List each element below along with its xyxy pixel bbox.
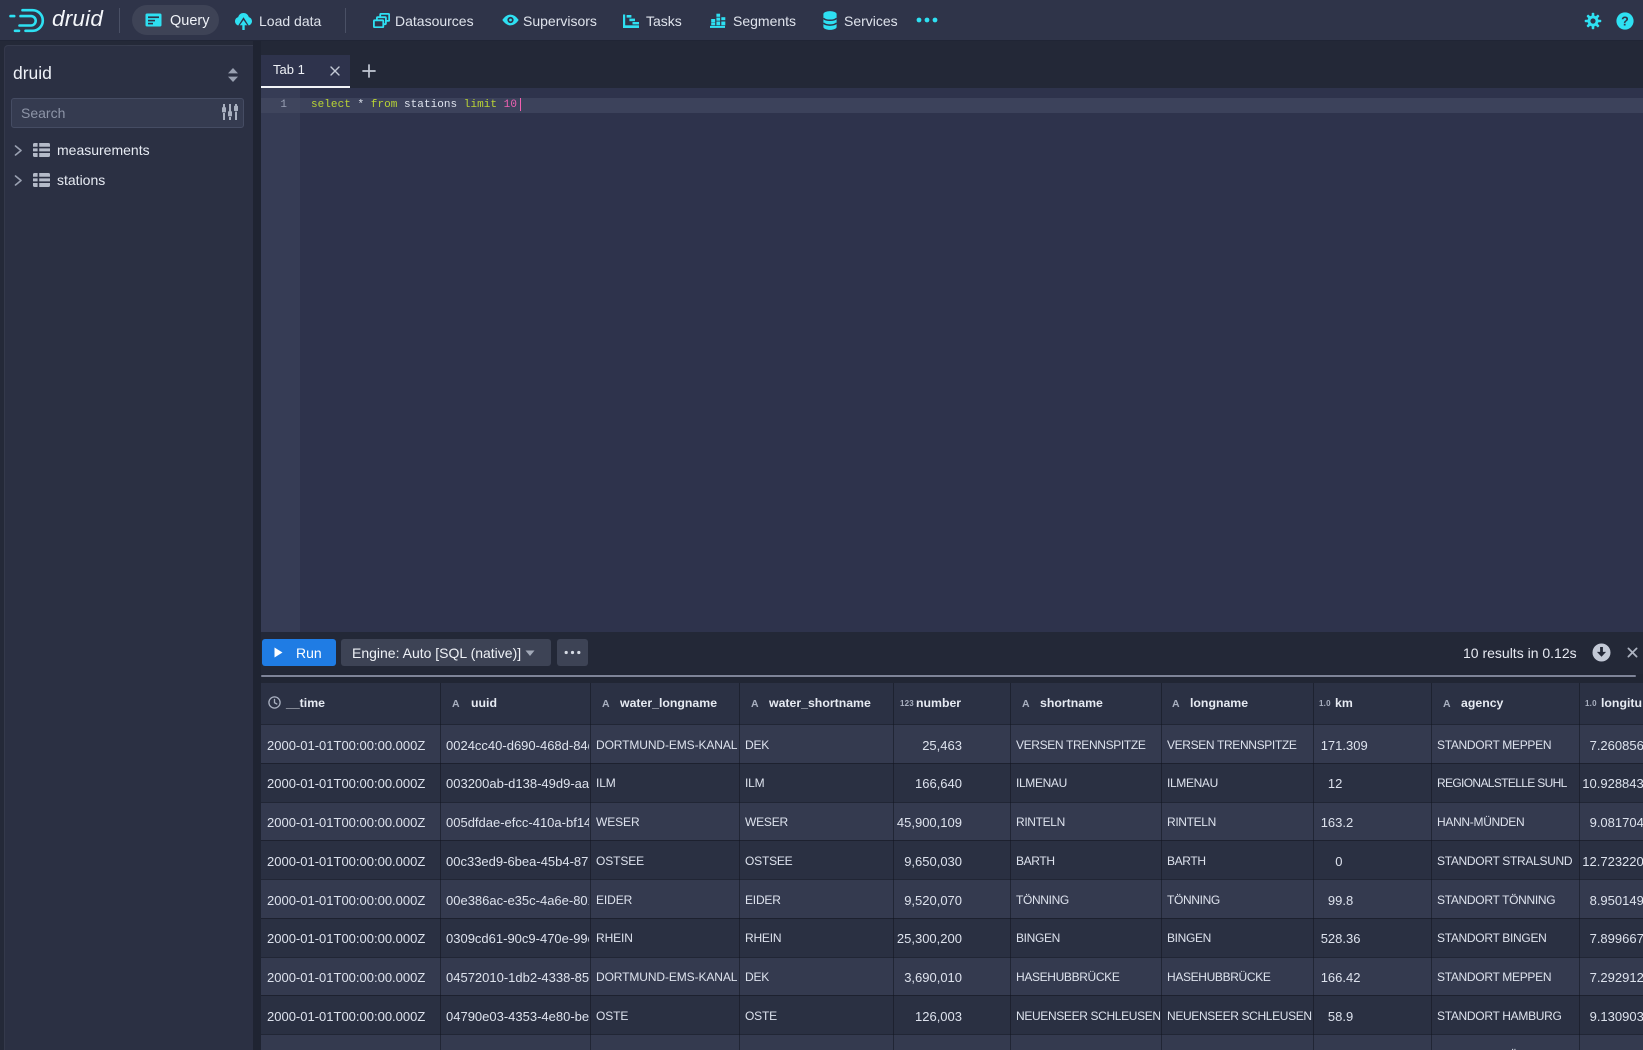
- svg-text:?: ?: [1621, 14, 1629, 28]
